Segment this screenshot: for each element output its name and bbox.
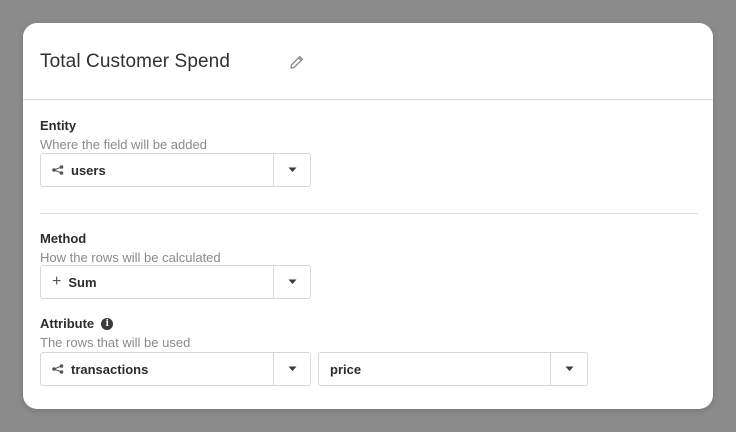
method-section: Method How the rows will be calculated [40, 231, 221, 265]
pencil-icon [290, 55, 304, 69]
method-select-toggle[interactable] [273, 266, 310, 298]
method-select[interactable]: + Sum [40, 265, 311, 299]
section-divider [40, 213, 698, 214]
entity-label: Entity [40, 118, 77, 133]
attribute-entity-toggle[interactable] [273, 353, 310, 385]
entity-description: Where the field will be added [40, 137, 207, 152]
attribute-field-value: price [330, 361, 362, 377]
relation-icon [52, 165, 64, 175]
caret-down-icon [288, 167, 296, 172]
method-label: Method [40, 231, 87, 246]
entity-select-toggle[interactable] [273, 154, 310, 186]
caret-down-icon [288, 366, 296, 371]
attribute-entity-value: transactions [71, 361, 149, 377]
method-select-value-area: + Sum [41, 266, 273, 298]
entity-select[interactable]: users [40, 153, 311, 187]
edit-title-button[interactable] [287, 52, 307, 72]
attribute-description: The rows that will be used [40, 335, 191, 350]
caret-down-icon [288, 279, 296, 284]
attribute-field-select[interactable]: price [318, 352, 588, 386]
modal-header: Total Customer Spend [23, 23, 713, 100]
info-icon[interactable]: i [101, 317, 114, 330]
attribute-label: Attribute [40, 316, 95, 331]
relation-icon [52, 364, 64, 374]
caret-down-icon [565, 366, 573, 371]
modal-dialog: Total Customer Spend Entity Where the fi… [23, 23, 713, 409]
attribute-label-row: Attribute i [40, 316, 190, 331]
entity-select-value-area: users [41, 154, 273, 186]
entity-select-value: users [71, 162, 106, 178]
attribute-field-value-area: price [319, 353, 550, 385]
attribute-entity-select[interactable]: transactions [40, 352, 311, 386]
entity-section: Entity Where the field will be added [40, 118, 207, 152]
page-title: Total Customer Spend [40, 51, 230, 72]
attribute-section: Attribute i The rows that will be used [40, 316, 190, 350]
attribute-field-toggle[interactable] [550, 353, 587, 385]
method-description: How the rows will be calculated [40, 250, 221, 265]
method-select-value: Sum [68, 274, 97, 290]
attribute-entity-value-area: transactions [41, 353, 273, 385]
plus-icon: + [52, 272, 62, 290]
